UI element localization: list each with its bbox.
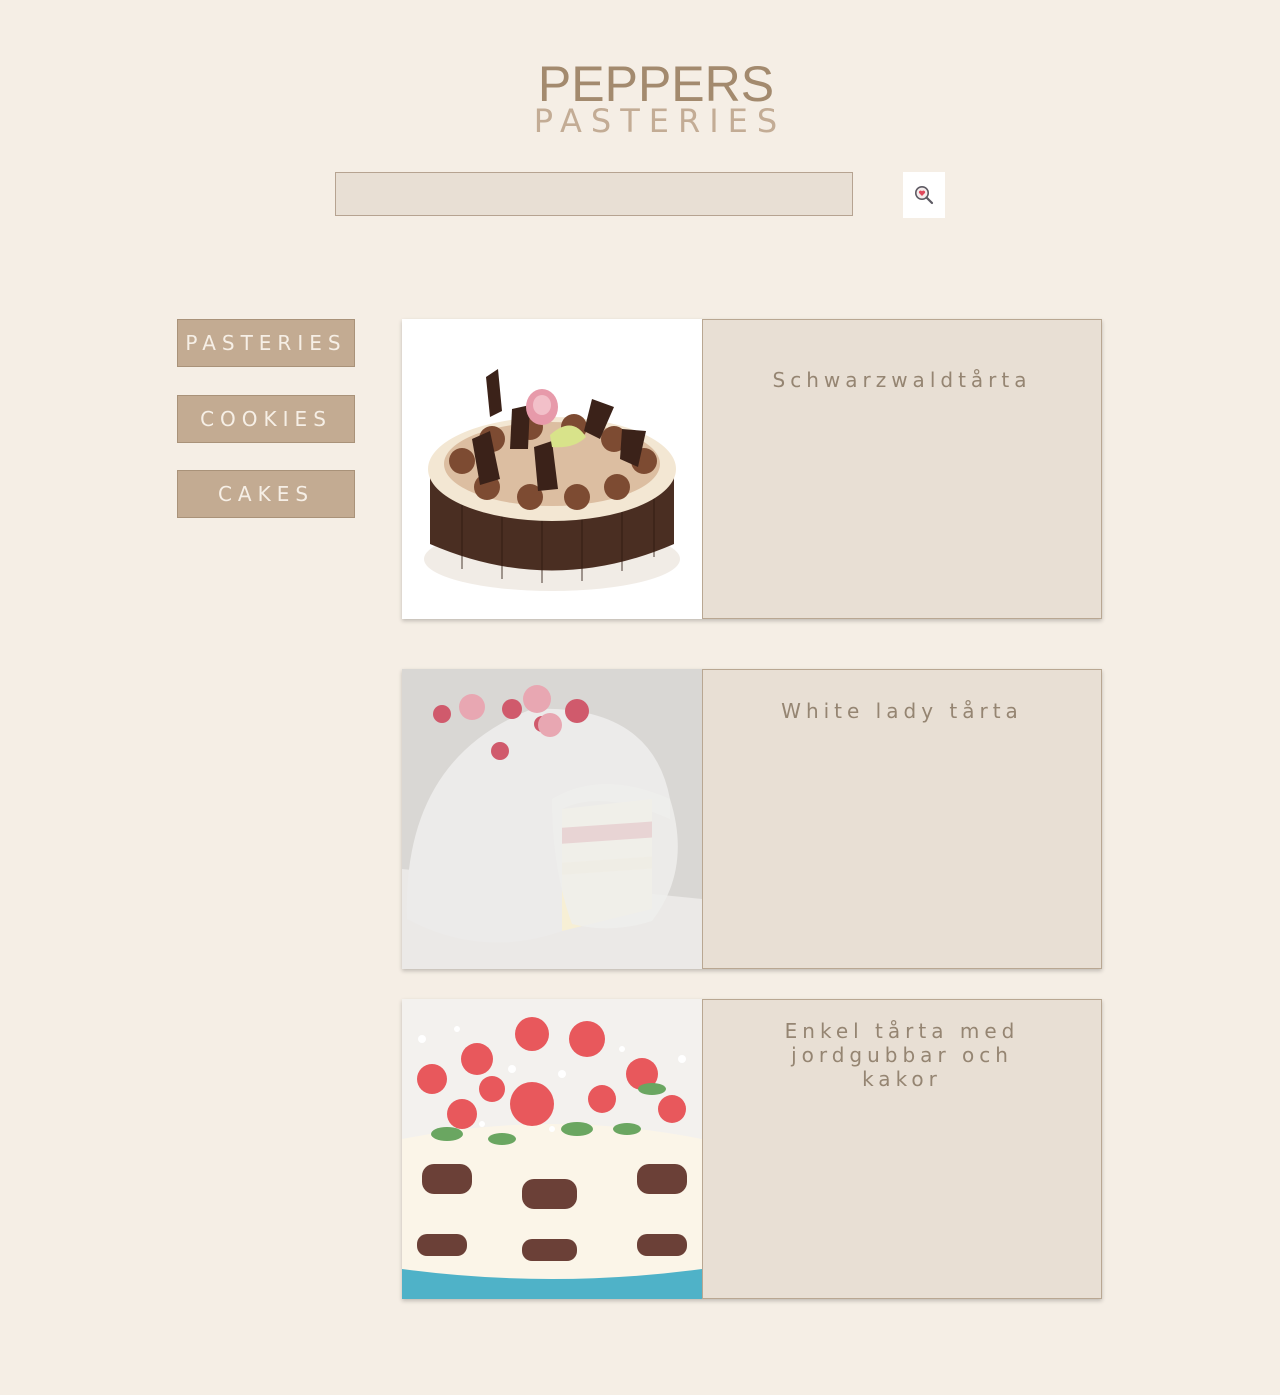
product-title: Enkel tårta med jordgubbar och kakor xyxy=(784,1019,1020,1091)
product-title: Schwarzwaldtårta xyxy=(772,368,1032,392)
product-image-strawberry-cake[interactable] xyxy=(402,999,702,1299)
product-title: White lady tårta xyxy=(781,699,1023,723)
brand-subtitle: PASTERIES xyxy=(533,102,787,140)
search-button[interactable] xyxy=(903,172,945,218)
magnifier-heart-icon xyxy=(915,186,934,205)
product-card[interactable]: White lady tårta xyxy=(402,669,1102,969)
category-button-cookies[interactable]: COOKIES xyxy=(177,395,355,443)
chocolate-cake-image xyxy=(424,369,680,591)
category-button-cakes[interactable]: CAKES xyxy=(177,470,355,518)
strawberry-cookie-cake-image xyxy=(402,999,702,1299)
search-input[interactable] xyxy=(335,172,853,216)
product-info-panel: Schwarzwaldtårta xyxy=(702,319,1102,619)
product-info-panel: White lady tårta xyxy=(702,669,1102,969)
product-info-panel: Enkel tårta med jordgubbar och kakor xyxy=(702,999,1102,1299)
category-button-pasteries[interactable]: PASTERIES xyxy=(177,319,355,367)
product-image-white-lady[interactable] xyxy=(402,669,702,969)
white-lady-cake-image xyxy=(402,669,702,969)
product-image-schwarzwald[interactable] xyxy=(402,319,702,619)
product-card[interactable]: Enkel tårta med jordgubbar och kakor xyxy=(402,999,1102,1299)
product-card[interactable]: Schwarzwaldtårta xyxy=(402,319,1102,619)
